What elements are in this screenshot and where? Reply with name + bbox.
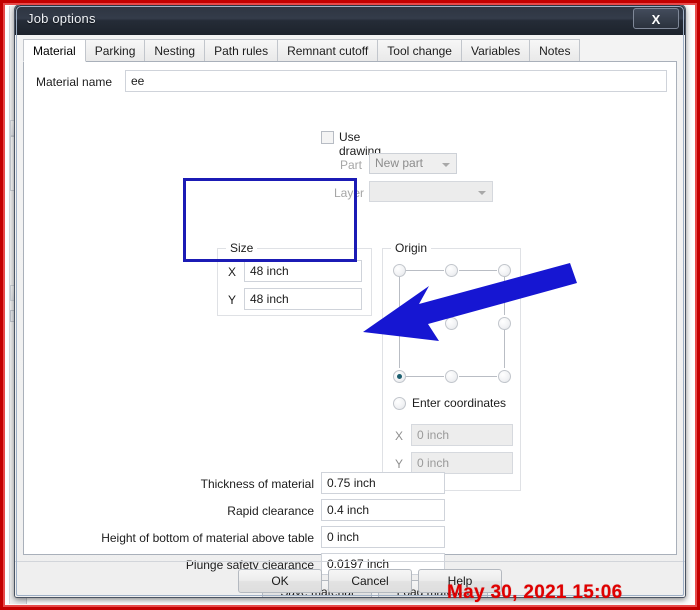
material-tab-panel: Material name ee Use drawing Part New pa… bbox=[23, 61, 677, 597]
origin-grid-line bbox=[459, 376, 497, 377]
thickness-of-material-label: Thickness of material bbox=[200, 477, 314, 491]
origin-grid-line bbox=[504, 277, 505, 315]
origin-y-label: Y bbox=[395, 457, 404, 471]
chevron-down-icon bbox=[442, 163, 450, 167]
timestamp-overlay: May 30, 2021 15:06 bbox=[447, 582, 623, 603]
tab-nesting[interactable]: Nesting bbox=[144, 39, 206, 62]
origin-radio-bottom-left[interactable] bbox=[393, 370, 406, 383]
origin-radio-bottom-center[interactable] bbox=[445, 370, 458, 383]
rapid-clearance-label: Rapid clearance bbox=[227, 504, 314, 518]
footer-divider bbox=[15, 561, 685, 562]
height-of-bottom-of-material-above-table-input[interactable]: 0 inch bbox=[321, 526, 445, 548]
size-groupbox: Size X 48 inch Y 48 inch bbox=[217, 241, 372, 316]
origin-grid-line bbox=[459, 270, 497, 271]
layer-label: Layer bbox=[334, 186, 365, 200]
part-dropdown[interactable]: New part bbox=[369, 153, 457, 174]
size-x-input[interactable]: 48 inch bbox=[244, 260, 362, 282]
tab-material[interactable]: Material bbox=[23, 39, 86, 62]
origin-radio-middle-right[interactable] bbox=[498, 317, 511, 330]
origin-radio-top-left[interactable] bbox=[393, 264, 406, 277]
rapid-clearance-input[interactable]: 0.4 inch bbox=[321, 499, 445, 521]
origin-grid-line bbox=[406, 270, 444, 271]
tab-parking[interactable]: Parking bbox=[84, 39, 146, 62]
origin-grid-line bbox=[399, 277, 400, 315]
chevron-down-icon bbox=[478, 191, 486, 195]
origin-radio-center[interactable] bbox=[445, 317, 458, 330]
dialog-client-area: Material Parking Nesting Path rules Remn… bbox=[15, 35, 685, 597]
part-dropdown-value: New part bbox=[375, 156, 424, 170]
part-label: Part bbox=[339, 158, 362, 172]
layer-dropdown[interactable] bbox=[369, 181, 493, 202]
tabstrip: Material Parking Nesting Path rules Remn… bbox=[23, 39, 677, 63]
thickness-of-material-input[interactable]: 0.75 inch bbox=[321, 472, 445, 494]
tab-variables[interactable]: Variables bbox=[460, 39, 531, 62]
size-y-input[interactable]: 48 inch bbox=[244, 288, 362, 310]
enter-coordinates-label: Enter coordinates bbox=[412, 396, 507, 410]
size-x-label: X bbox=[228, 265, 237, 279]
enter-coordinates-radio[interactable] bbox=[393, 397, 406, 410]
origin-x-label: X bbox=[395, 429, 404, 443]
origin-radio-top-right[interactable] bbox=[498, 264, 511, 277]
cancel-button[interactable]: Cancel bbox=[328, 569, 412, 593]
dialog-title: Job options bbox=[27, 11, 96, 26]
size-y-label: Y bbox=[228, 293, 237, 307]
screenshot-root: Job options X Material Parking Nesting P… bbox=[0, 0, 700, 610]
origin-x-input[interactable]: 0 inch bbox=[411, 424, 513, 446]
dialog-titlebar[interactable]: Job options X bbox=[15, 5, 685, 35]
tab-path-rules[interactable]: Path rules bbox=[204, 39, 279, 62]
origin-groupbox: Origin Enter coordinates X 0 inch Y 0 in… bbox=[382, 241, 521, 491]
checkbox-icon[interactable] bbox=[321, 131, 334, 144]
ok-button[interactable]: OK bbox=[238, 569, 322, 593]
height-of-bottom-of-material-above-table-label: Height of bottom of material above table bbox=[101, 531, 314, 545]
close-icon[interactable]: X bbox=[633, 8, 679, 29]
material-name-input[interactable]: ee bbox=[125, 70, 667, 92]
tab-notes[interactable]: Notes bbox=[529, 39, 581, 62]
tab-remnant-cutoff[interactable]: Remnant cutoff bbox=[277, 39, 379, 62]
origin-grid-line bbox=[504, 330, 505, 368]
origin-grid-line bbox=[406, 376, 444, 377]
origin-radio-top-center[interactable] bbox=[445, 264, 458, 277]
origin-y-input[interactable]: 0 inch bbox=[411, 452, 513, 474]
origin-radio-bottom-right[interactable] bbox=[498, 370, 511, 383]
material-name-label: Material name bbox=[36, 75, 113, 89]
origin-group-title: Origin bbox=[391, 241, 432, 255]
size-group-title: Size bbox=[226, 241, 258, 255]
tab-tool-change[interactable]: Tool change bbox=[377, 39, 462, 62]
origin-grid-line bbox=[399, 330, 400, 368]
origin-radio-middle-left[interactable] bbox=[393, 317, 406, 330]
job-options-dialog: Job options X Material Parking Nesting P… bbox=[14, 4, 686, 598]
